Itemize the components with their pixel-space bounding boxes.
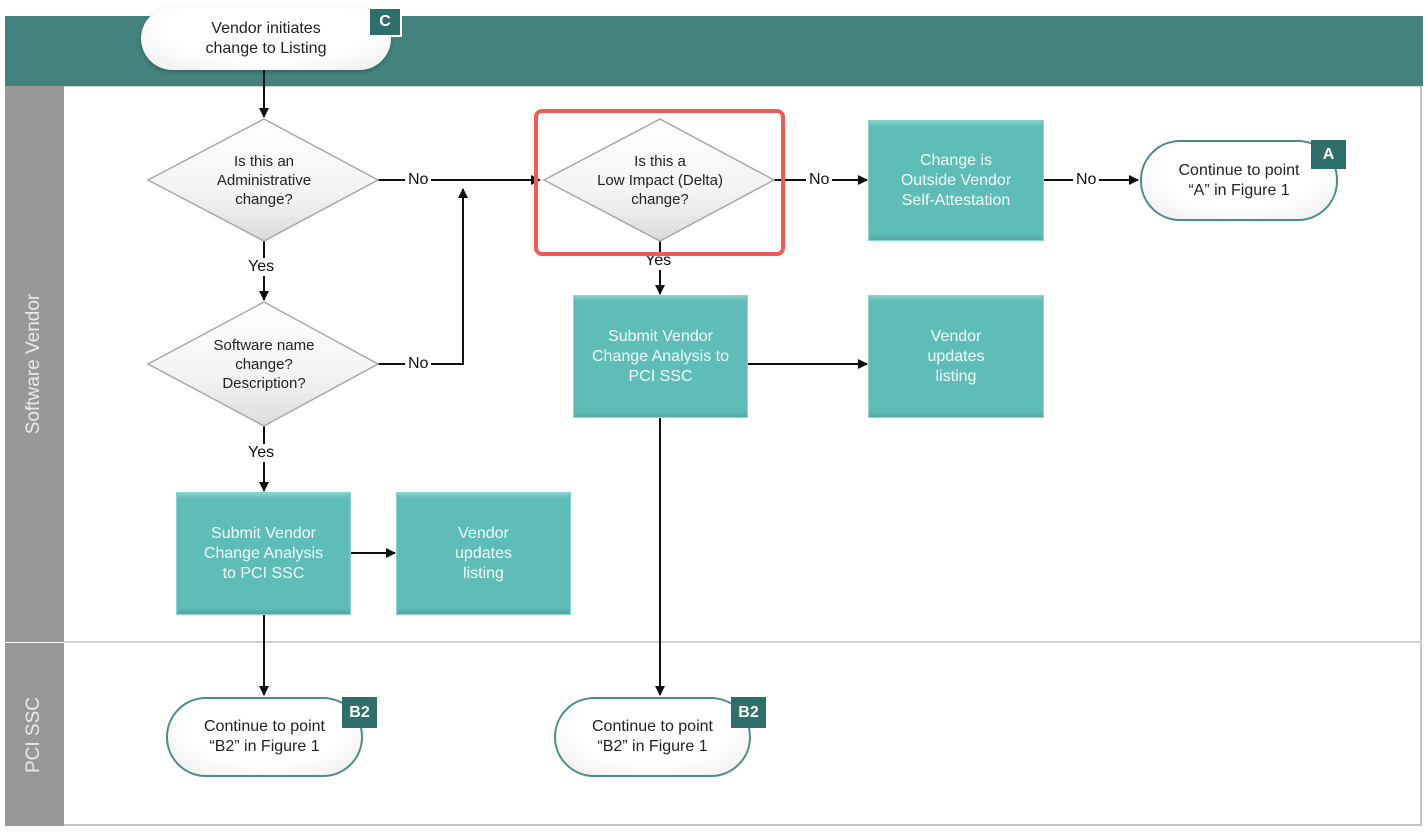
process-text-line: Change Analysis — [203, 544, 324, 562]
process-text-line: Change Analysis to — [592, 347, 729, 365]
decision-administrative[interactable]: Is this an Administrative change? — [170, 148, 358, 212]
decision-text-line: Is this an — [233, 152, 295, 170]
terminal-text-line: “B2” in Figure 1 — [209, 738, 320, 755]
start-text-line: Vendor initiates — [211, 19, 321, 37]
process-text-line: to PCI SSC — [222, 564, 305, 582]
process-text-line: listing — [935, 367, 977, 385]
connector-name-no — [378, 188, 468, 365]
decision-text-line: Administrative — [216, 171, 312, 189]
decision-text-line: change? — [235, 190, 293, 208]
terminal-text-line: “A” in Figure 1 — [1188, 181, 1290, 199]
process-text-line: Vendor — [930, 327, 982, 345]
process-outside-attestation[interactable]: Change is Outside Vendor Self-Attestatio… — [868, 120, 1044, 241]
badge-b2: B2 — [342, 697, 377, 728]
label-name-no: No — [405, 355, 432, 373]
terminal-text-line: Continue to point — [204, 718, 325, 735]
process-text-line: Change is — [919, 151, 993, 169]
process-text-line: Self-Attestation — [901, 191, 1011, 209]
label-admin-yes: Yes — [245, 258, 278, 276]
terminal-text-line: Continue to point — [592, 718, 713, 735]
highlight-box — [534, 109, 785, 256]
terminal-continue-b2-right[interactable]: Continue to point “B2” in Figure 1 — [554, 697, 751, 777]
decision-software-name[interactable]: Software name change? Description? — [170, 332, 358, 396]
process-text-line: Submit Vendor — [608, 327, 713, 345]
process-text-line: listing — [463, 564, 504, 582]
start-terminal[interactable]: Vendor initiates change to Listing — [141, 7, 391, 70]
terminal-continue-a[interactable]: Continue to point “A” in Figure 1 — [1140, 140, 1338, 221]
decision-text-line: Software name — [213, 336, 315, 354]
decision-text-line: Description? — [222, 374, 306, 392]
label-name-yes: Yes — [245, 444, 278, 462]
terminal-continue-b2-left[interactable]: Continue to point “B2” in Figure 1 — [166, 697, 363, 777]
process-text-line: updates — [455, 544, 512, 562]
terminal-text-line: “B2” in Figure 1 — [597, 738, 708, 755]
terminal-text-line: Continue to point — [1178, 161, 1300, 179]
label-outside-no: No — [1073, 171, 1100, 189]
process-text-line: Vendor — [458, 524, 509, 542]
label-admin-no: No — [405, 171, 432, 189]
process-text-line: PCI SSC — [628, 367, 693, 385]
decision-text-line: change? — [235, 355, 293, 373]
badge-c: C — [368, 7, 402, 37]
process-submit-left[interactable]: Submit Vendor Change Analysis to PCI SSC — [176, 492, 351, 615]
label-low-no: No — [806, 171, 833, 189]
process-updates-right[interactable]: Vendor updates listing — [868, 295, 1044, 418]
start-text-line: change to Listing — [205, 39, 327, 57]
badge-a: A — [1311, 140, 1346, 169]
process-text-line: updates — [927, 347, 985, 365]
process-submit-right[interactable]: Submit Vendor Change Analysis to PCI SSC — [573, 295, 748, 418]
badge-b2: B2 — [731, 697, 766, 728]
process-text-line: Outside Vendor — [900, 171, 1012, 189]
process-text-line: Submit Vendor — [211, 524, 316, 542]
process-updates-left[interactable]: Vendor updates listing — [396, 492, 571, 615]
